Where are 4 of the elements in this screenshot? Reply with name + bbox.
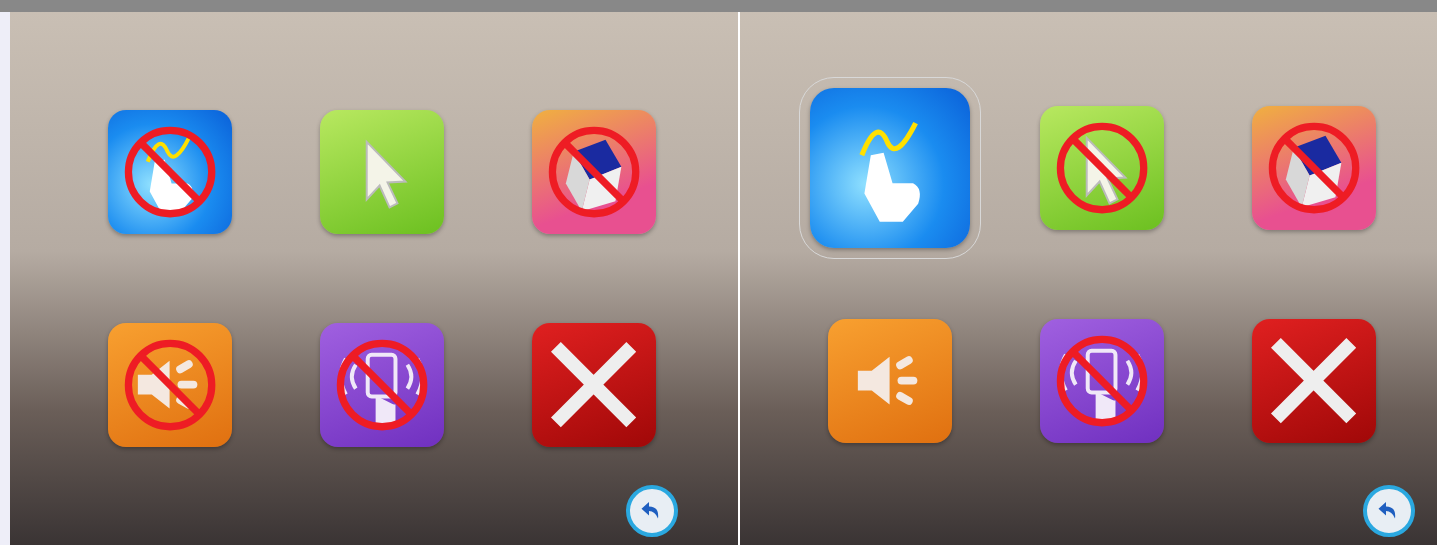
sound-button[interactable] (828, 319, 952, 443)
close-button[interactable] (532, 323, 656, 447)
draw-tool-button[interactable] (810, 88, 970, 248)
close-button[interactable] (1252, 319, 1376, 443)
